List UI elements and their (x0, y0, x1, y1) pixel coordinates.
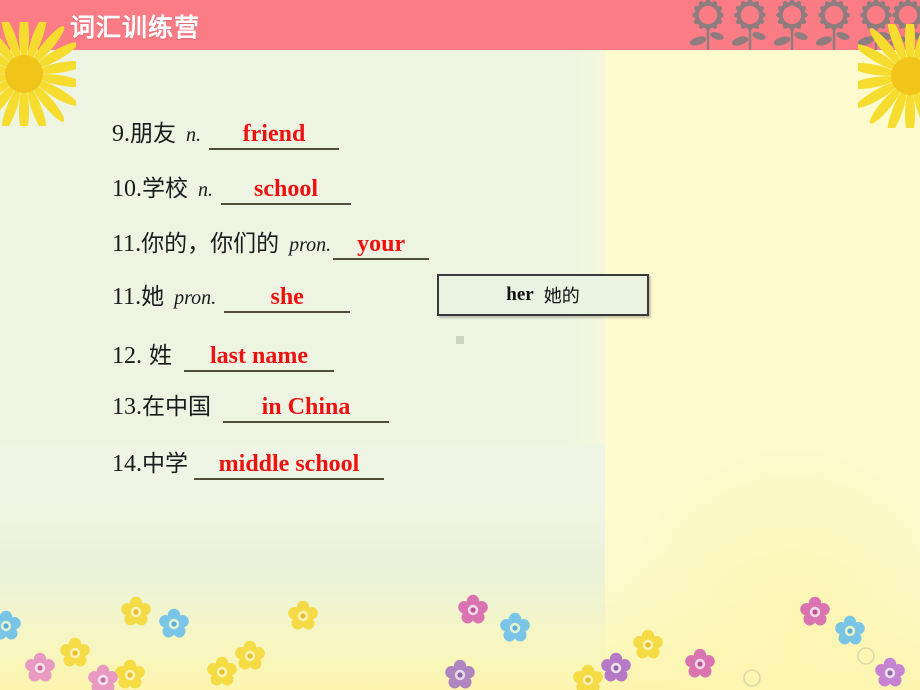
list-item: 9. 朋友 n. friend (112, 114, 339, 151)
placeholder-marker (456, 336, 464, 344)
answer-blank[interactable]: last name (184, 343, 334, 373)
list-item: 10. 学校 n. school (112, 169, 351, 206)
item-number: 13. (112, 394, 142, 420)
answer-blank[interactable]: she (224, 284, 351, 314)
answer-blank[interactable]: middle school (194, 451, 384, 481)
item-chinese: 中学 (142, 451, 188, 477)
item-part-of-speech: n. (198, 179, 213, 201)
answer-blank[interactable]: your (333, 231, 430, 261)
list-item: 11. 你的，你们的 pron. your (112, 224, 430, 261)
callout-chinese-meaning: 她的 (543, 286, 580, 307)
answer-blank[interactable]: school (221, 176, 351, 206)
item-part-of-speech: n. (186, 124, 201, 146)
item-number: 10. (112, 176, 142, 202)
item-number: 12. (112, 343, 142, 369)
answer-blank[interactable]: friend (209, 121, 339, 151)
item-part-of-speech: pron. (174, 287, 217, 309)
answer-blank[interactable]: in China (223, 394, 389, 424)
list-item: 12. 姓 last name (112, 336, 334, 373)
item-part-of-speech: pron. (289, 234, 332, 256)
callout-english-word: her (506, 284, 534, 305)
list-item: 11. 她 pron. she (112, 277, 351, 314)
list-item: 14. 中学 middle school (112, 444, 384, 481)
item-number: 11. (112, 231, 142, 257)
item-chinese: 她 (141, 284, 165, 310)
item-chinese: 你的，你们的 (141, 231, 280, 257)
list-item: 13. 在中国 in China (112, 387, 389, 424)
item-chinese: 学校 (142, 176, 188, 202)
banner-sunflower-decor-icon (686, 0, 920, 50)
bottom-flower-decor-icon (0, 570, 920, 690)
vocabulary-list: 9. 朋友 n. friend 10. 学校 n. school 11. 你的，… (0, 0, 605, 481)
item-number: 11. (112, 284, 142, 310)
item-number: 9. (112, 121, 130, 147)
hint-callout-box[interactable]: her 她的 (437, 274, 649, 316)
item-chinese: 姓 (149, 343, 172, 369)
item-number: 14. (112, 451, 142, 477)
item-chinese: 在中国 (142, 394, 211, 420)
item-chinese: 朋友 (130, 121, 176, 147)
slide-canvas: 词汇训练营 9. 朋友 n. friend 10. 学校 n. school 1… (0, 0, 920, 690)
